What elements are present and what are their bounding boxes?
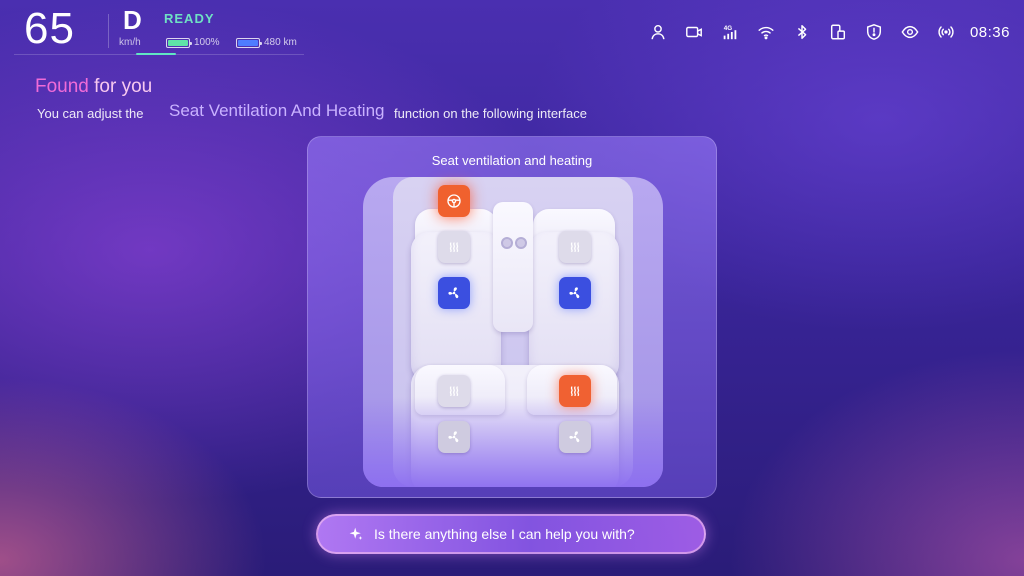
- car-fade: [363, 397, 663, 487]
- gear-indicator: D: [123, 5, 142, 35]
- assistant-subtext-prefix: You can adjust the: [37, 106, 144, 121]
- seat-control-card: Seat ventilation and heating: [307, 136, 717, 498]
- assistant-heading: Found for you: [35, 76, 152, 98]
- heading-part-1: Found: [35, 76, 89, 97]
- wifi-icon[interactable]: [748, 19, 784, 45]
- heading-part-2: for you: [94, 76, 153, 97]
- user-icon[interactable]: [640, 19, 676, 45]
- clock: 08:36: [969, 23, 1010, 41]
- range-battery-icon: [236, 37, 262, 48]
- rear-left-ventilation-button[interactable]: [438, 421, 470, 453]
- bluetooth-icon[interactable]: [784, 19, 820, 45]
- battery-percent: 100%: [166, 37, 220, 48]
- eye-icon[interactable]: [892, 19, 928, 45]
- assistant-feature-name: Seat Ventilation And Heating: [169, 101, 385, 120]
- battery-percent-label: 100%: [194, 37, 220, 48]
- rear-right-ventilation-button[interactable]: [559, 421, 591, 453]
- sparkle-icon: [349, 527, 363, 540]
- car-top-view: [363, 177, 663, 487]
- front-left-ventilation-button[interactable]: [438, 277, 470, 309]
- cup-holder-right: [515, 237, 527, 249]
- assistant-subtext-suffix: function on the following interface: [394, 106, 587, 121]
- status-underline-accent: [136, 53, 176, 55]
- phone-link-icon[interactable]: [820, 19, 856, 45]
- center-console-front: [493, 202, 533, 332]
- speed-readout: 65: [24, 4, 75, 53]
- steering-wheel-heat-button[interactable]: [438, 185, 470, 217]
- network-label: 4G: [724, 25, 733, 32]
- shield-icon[interactable]: [856, 19, 892, 45]
- rear-left-heat-button[interactable]: [438, 375, 470, 407]
- rear-right-heat-button[interactable]: [559, 375, 591, 407]
- divider: [108, 14, 109, 48]
- front-right-ventilation-button[interactable]: [559, 277, 591, 309]
- range-readout: 480 km: [236, 37, 297, 48]
- cup-holder-left: [501, 237, 513, 249]
- front-right-heat-button[interactable]: [559, 231, 591, 263]
- status-icons: 4G 08:36: [640, 19, 1010, 45]
- assistant-prompt-text: Is there anything else I can help you wi…: [374, 526, 635, 542]
- range-label: 480 km: [264, 37, 297, 48]
- ready-status: READY: [164, 11, 215, 26]
- camera-icon[interactable]: [676, 19, 712, 45]
- broadcast-icon[interactable]: [928, 19, 964, 45]
- card-title: Seat ventilation and heating: [431, 153, 593, 168]
- assistant-prompt-bar[interactable]: Is there anything else I can help you wi…: [316, 514, 706, 554]
- speed-unit: km/h: [119, 37, 141, 48]
- battery-icon: [166, 37, 192, 48]
- front-left-heat-button[interactable]: [438, 231, 470, 263]
- network-4g-icon: 4G: [712, 19, 748, 45]
